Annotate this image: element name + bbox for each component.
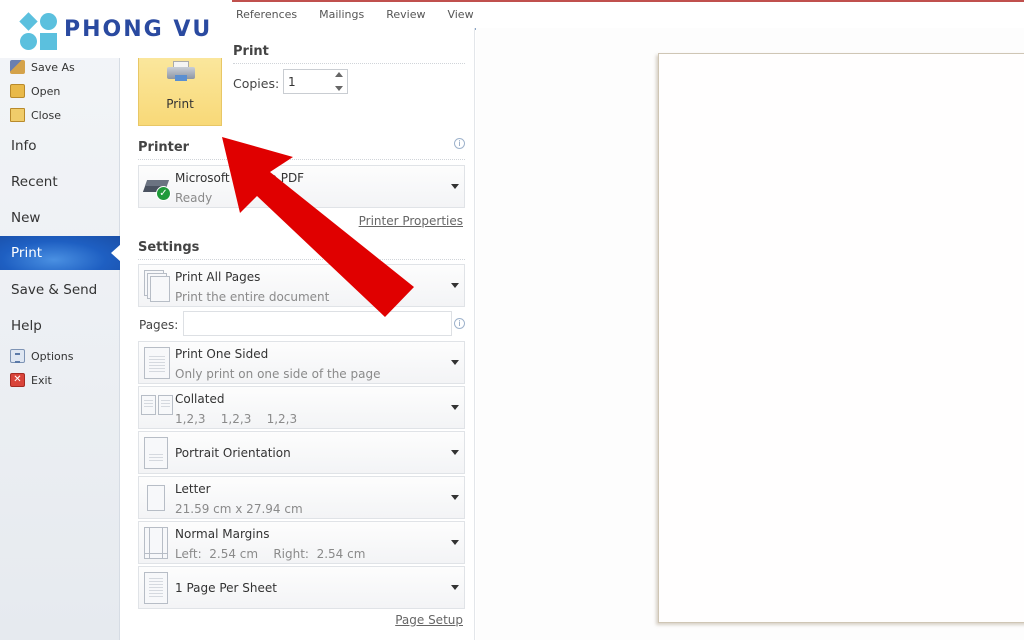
option-sub-text: Print the entire document	[175, 290, 330, 304]
tab-mailings[interactable]: Mailings	[319, 8, 364, 21]
portrait-page-icon	[144, 437, 168, 469]
divider	[138, 259, 465, 260]
info-icon[interactable]: i	[454, 138, 465, 149]
one-sided-icon	[144, 347, 170, 379]
tab-references[interactable]: References	[236, 8, 297, 21]
option-sub-text: 1,2,3 1,2,3 1,2,3	[175, 412, 298, 426]
sidebar-item-label: Save As	[31, 60, 75, 74]
paper-size-icon	[147, 485, 165, 511]
sidebar-item-save-send[interactable]: Save & Send	[0, 273, 120, 307]
option-main-text: Print All Pages	[175, 270, 261, 284]
logo-mark-icon	[19, 12, 58, 51]
divider	[233, 63, 465, 64]
pages-stack-icon	[144, 270, 172, 302]
chevron-down-icon	[451, 405, 459, 410]
copies-increment-button[interactable]	[335, 72, 343, 77]
page-per-sheet-icon	[144, 572, 168, 604]
backstage-sidebar: Save As Open Close Info Recent New Print…	[0, 28, 121, 640]
option-main-text: Collated	[175, 392, 225, 406]
sidebar-item-help[interactable]: Help	[0, 309, 120, 343]
tab-review[interactable]: Review	[386, 8, 425, 21]
copies-label: Copies:	[233, 76, 280, 91]
folder-open-icon	[10, 84, 25, 98]
watermark-logo: PHONG VU	[0, 0, 232, 58]
sides-dropdown[interactable]: Print One Sided Only print on one side o…	[138, 341, 465, 384]
sidebar-item-label: Options	[31, 349, 74, 363]
pages-label: Pages:	[139, 318, 179, 332]
chevron-down-icon	[451, 283, 459, 288]
sidebar-item-label: Close	[31, 108, 61, 122]
printer-status: Ready	[175, 191, 213, 205]
chevron-down-icon	[451, 360, 459, 365]
chevron-down-icon	[451, 585, 459, 590]
settings-section-title: Settings	[138, 240, 200, 255]
sidebar-item-print[interactable]: Print	[0, 236, 121, 270]
printer-section-title: Printer	[138, 140, 190, 155]
printer-properties-link[interactable]: Printer Properties	[359, 214, 463, 228]
sidebar-item-new[interactable]: New	[0, 201, 120, 235]
chevron-down-icon	[451, 540, 459, 545]
margins-dropdown[interactable]: Normal Margins Left: 2.54 cm Right: 2.54…	[138, 521, 465, 564]
copies-input[interactable]	[284, 70, 324, 93]
sidebar-item-open[interactable]: Open	[10, 84, 60, 98]
orientation-dropdown[interactable]: Portrait Orientation	[138, 431, 465, 474]
pages-input[interactable]	[183, 311, 452, 336]
sidebar-item-label: Exit	[31, 373, 52, 387]
printer-icon	[167, 61, 195, 81]
margins-icon	[144, 527, 168, 559]
sidebar-item-recent[interactable]: Recent	[0, 165, 120, 199]
sidebar-item-close[interactable]: Close	[10, 108, 61, 122]
collation-dropdown[interactable]: Collated 1,2,3 1,2,3 1,2,3	[138, 386, 465, 429]
printer-ready-icon: ✓	[142, 176, 174, 204]
logo-text: PHONG VU	[64, 17, 213, 42]
option-sub-text: Only print on one side of the page	[175, 367, 381, 381]
printer-dropdown[interactable]: ✓ Microsoft Print to PDF Ready	[138, 165, 465, 208]
info-icon[interactable]: i	[454, 318, 465, 329]
collated-icon	[141, 395, 175, 417]
chevron-down-icon	[451, 450, 459, 455]
option-sub-text: Left: 2.54 cm Right: 2.54 cm	[175, 547, 366, 561]
option-main-text: Portrait Orientation	[175, 446, 291, 460]
page-setup-link[interactable]: Page Setup	[395, 613, 463, 627]
print-button-label: Print	[166, 97, 194, 111]
printer-name: Microsoft Print to PDF	[175, 171, 305, 185]
preview-page	[658, 53, 1024, 623]
ribbon-tabs: References Mailings Review View	[236, 8, 496, 21]
chevron-down-icon	[451, 184, 459, 189]
chevron-down-icon	[451, 495, 459, 500]
options-icon	[10, 349, 25, 363]
divider	[138, 159, 465, 160]
pages-per-sheet-dropdown[interactable]: 1 Page Per Sheet	[138, 566, 465, 609]
option-main-text: 1 Page Per Sheet	[175, 581, 277, 595]
copies-stepper[interactable]	[283, 69, 348, 94]
save-as-icon	[10, 60, 25, 74]
sidebar-item-exit[interactable]: ✕ Exit	[10, 373, 52, 387]
print-section-title: Print	[233, 44, 269, 59]
option-main-text: Normal Margins	[175, 527, 270, 541]
sidebar-item-label: Open	[31, 84, 61, 98]
sidebar-item-options[interactable]: Options	[10, 349, 73, 363]
folder-close-icon	[10, 108, 25, 122]
print-settings-panel: Print Print Copies: Printer i ✓ Microsof…	[120, 28, 475, 640]
option-main-text: Letter	[175, 482, 211, 496]
paper-size-dropdown[interactable]: Letter 21.59 cm x 27.94 cm	[138, 476, 465, 519]
exit-icon: ✕	[10, 373, 25, 387]
sidebar-item-info[interactable]: Info	[0, 129, 120, 163]
print-button[interactable]: Print	[138, 50, 222, 126]
tab-view[interactable]: View	[447, 8, 473, 21]
option-sub-text: 21.59 cm x 27.94 cm	[175, 502, 303, 516]
option-main-text: Print One Sided	[175, 347, 269, 361]
sidebar-item-save-as[interactable]: Save As	[10, 60, 75, 74]
copies-decrement-button[interactable]	[335, 86, 343, 91]
print-range-dropdown[interactable]: Print All Pages Print the entire documen…	[138, 264, 465, 307]
